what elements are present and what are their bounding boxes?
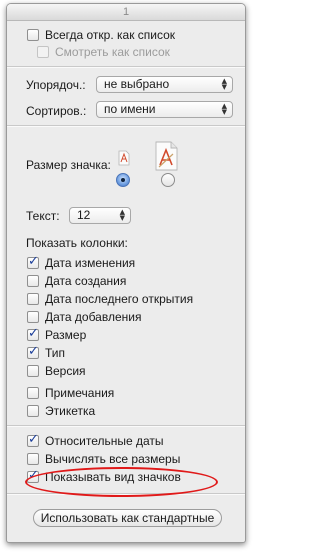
arrange-select[interactable]: не выбрано ▲ ▼ — [96, 76, 233, 93]
view-options-window: 1 Всегда откр. как список Смотреть как с… — [6, 3, 246, 543]
column-label-label: Этикетка — [45, 403, 96, 418]
small-document-icon — [118, 150, 130, 166]
column-option-comments[interactable]: Примечания — [27, 384, 114, 401]
always-open-list-label: Всегда откр. как список — [45, 27, 176, 42]
divider — [7, 125, 245, 127]
use-as-defaults-button[interactable]: Использовать как стандартные — [33, 509, 222, 527]
column-option-date-created[interactable]: Дата создания — [27, 272, 126, 289]
column-label-checkbox[interactable] — [27, 404, 39, 417]
column-date-last-opened-checkbox[interactable] — [27, 292, 39, 305]
column-date-created-label: Дата создания — [45, 273, 127, 288]
relative-dates-label: Относительные даты — [45, 433, 164, 448]
small-icon-radio[interactable] — [116, 173, 130, 187]
icon-size-label: Размер значка: — [26, 158, 111, 172]
always-open-list-option[interactable]: Всегда откр. как список — [27, 26, 175, 43]
column-option-size[interactable]: Размер — [27, 326, 86, 343]
column-date-added-label: Дата добавления — [45, 309, 142, 324]
column-date-modified-label: Дата изменения — [45, 255, 136, 270]
column-option-date-last-opened[interactable]: Дата последнего открытия — [27, 290, 193, 307]
browse-as-list-label: Смотреть как список — [55, 44, 170, 59]
column-option-label[interactable]: Этикетка — [27, 402, 95, 419]
column-kind-label: Тип — [45, 345, 66, 360]
divider — [7, 425, 245, 427]
browse-as-list-option[interactable]: Смотреть как список — [37, 43, 170, 60]
text-size-label: Текст: — [26, 209, 60, 223]
columns-heading: Показать колонки: — [26, 236, 128, 250]
sort-select[interactable]: по имени ▲ ▼ — [96, 101, 233, 118]
sort-select-value: по имени — [104, 102, 156, 116]
select-arrows-icon: ▲ ▼ — [221, 77, 227, 91]
text-size-value: 12 — [77, 208, 91, 222]
column-size-checkbox[interactable] — [27, 326, 39, 341]
divider — [7, 66, 245, 68]
column-option-date-modified[interactable]: Дата изменения — [27, 254, 135, 271]
column-option-date-added[interactable]: Дата добавления — [27, 308, 141, 325]
large-document-icon — [155, 141, 178, 171]
select-arrows-icon: ▲ ▼ — [119, 208, 125, 222]
column-date-last-opened-label: Дата последнего открытия — [45, 291, 194, 306]
column-version-checkbox[interactable] — [27, 364, 39, 377]
browse-as-list-checkbox[interactable] — [37, 45, 49, 58]
relative-dates-checkbox[interactable] — [27, 432, 39, 447]
calculate-sizes-label: Вычислять все размеры — [45, 451, 181, 466]
arrange-label: Упорядоч.: — [26, 78, 86, 92]
red-highlight-oval — [25, 467, 218, 497]
column-comments-checkbox[interactable] — [27, 386, 39, 399]
column-option-version[interactable]: Версия — [27, 362, 86, 379]
large-icon-radio[interactable] — [161, 173, 175, 187]
column-size-label: Размер — [45, 327, 87, 342]
column-kind-checkbox[interactable] — [27, 344, 39, 359]
calculate-sizes-option[interactable]: Вычислять все размеры — [27, 450, 180, 467]
arrange-select-value: не выбрано — [104, 77, 170, 91]
column-version-label: Версия — [45, 363, 86, 378]
select-arrows-icon: ▲ ▼ — [221, 102, 227, 116]
column-date-modified-checkbox[interactable] — [27, 254, 39, 269]
always-open-list-checkbox[interactable] — [27, 28, 39, 41]
column-comments-label: Примечания — [45, 385, 115, 400]
calculate-sizes-checkbox[interactable] — [27, 452, 39, 465]
relative-dates-option[interactable]: Относительные даты — [27, 432, 164, 449]
column-date-added-checkbox[interactable] — [27, 310, 39, 323]
column-date-created-checkbox[interactable] — [27, 274, 39, 287]
text-size-select[interactable]: 12 ▲ ▼ — [69, 207, 131, 224]
window-title: 1 — [7, 4, 245, 21]
sort-label: Сортиров.: — [26, 104, 87, 118]
column-option-kind[interactable]: Тип — [27, 344, 65, 361]
